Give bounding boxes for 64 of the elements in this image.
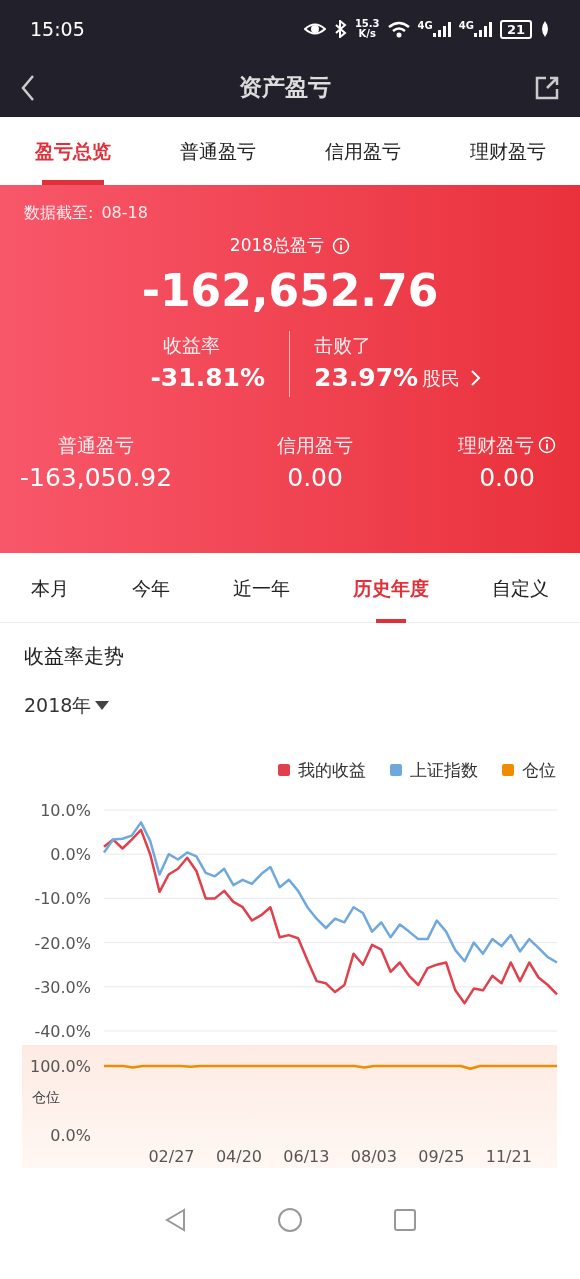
account-value: 0.00 xyxy=(479,462,535,495)
account-value: 0.00 xyxy=(287,462,343,495)
home-icon[interactable] xyxy=(276,1207,303,1233)
date-value: 08-18 xyxy=(101,202,148,224)
period-tab[interactable]: 今年 xyxy=(132,553,171,623)
x-axis-label: 08/03 xyxy=(350,1147,397,1166)
clock-time: 15:05 xyxy=(30,16,85,42)
section-title: 收益率走势 xyxy=(24,643,125,670)
total-profit-loss: -162,652.76 xyxy=(140,266,440,315)
eye-icon xyxy=(303,21,326,37)
back-icon[interactable] xyxy=(20,73,36,102)
y-axis-label: 0.0% xyxy=(50,1126,91,1145)
legend-label: 上证指数 xyxy=(410,758,478,782)
year-dropdown[interactable]: 2018年 xyxy=(24,691,110,720)
net-speed-text: K/s xyxy=(358,29,376,39)
period-tab[interactable]: 近一年 xyxy=(233,553,290,623)
period-tab[interactable]: 本月 xyxy=(31,553,70,623)
x-axis-label: 09/25 xyxy=(418,1147,465,1166)
caret-icon xyxy=(95,700,110,710)
period-tab[interactable]: 历史年度 xyxy=(352,553,429,623)
account-label: 理财盈亏 xyxy=(458,432,534,458)
tab[interactable]: 信用盈亏 xyxy=(324,117,401,185)
account-label: 普通盈亏 xyxy=(58,432,135,458)
tab[interactable]: 盈亏总览 xyxy=(34,117,111,185)
return-rate: -31.81% xyxy=(150,362,265,395)
recent-apps-icon[interactable] xyxy=(392,1208,417,1232)
network-type-text: 4G xyxy=(417,21,433,31)
y-axis-label: 100.0% xyxy=(30,1057,91,1076)
y-axis-label: -10.0% xyxy=(34,889,91,909)
network-type-text: 4G xyxy=(458,21,474,31)
tab[interactable]: 理财盈亏 xyxy=(469,117,546,185)
share-icon[interactable] xyxy=(534,74,560,101)
account-value: -163,050.92 xyxy=(20,462,173,495)
y-axis-label: -20.0% xyxy=(34,933,91,953)
account-label: 信用盈亏 xyxy=(277,432,354,458)
wifi-icon xyxy=(387,20,410,38)
beat-percentage: 23.97% xyxy=(314,362,419,395)
signal-icon xyxy=(473,21,492,37)
x-axis-label: 02/27 xyxy=(148,1147,195,1166)
bluetooth-icon xyxy=(333,20,347,38)
y-axis-label: 0.0% xyxy=(50,845,91,865)
x-axis-label: 06/13 xyxy=(283,1147,330,1166)
y-axis-label: -40.0% xyxy=(34,1022,91,1041)
legend-label: 我的收益 xyxy=(298,758,366,782)
y-axis-label: 10.0% xyxy=(40,801,91,820)
period-tab[interactable]: 自定义 xyxy=(491,553,549,623)
legend-label: 仓位 xyxy=(522,758,556,782)
return-label: 收益率 xyxy=(163,332,220,358)
net-speed-text: 15.3 xyxy=(354,19,380,29)
beat-unit: 股民 xyxy=(422,365,461,391)
total-label: 2018总盈亏 xyxy=(229,234,325,257)
leaf-icon xyxy=(540,21,550,37)
info-icon xyxy=(332,236,351,255)
tab[interactable]: 普通盈亏 xyxy=(179,117,256,185)
battery-indicator: 21 xyxy=(499,19,532,39)
x-axis-label: 11/21 xyxy=(485,1147,532,1166)
x-axis-label: 04/20 xyxy=(215,1147,262,1166)
axis-title: 仓位 xyxy=(32,1089,60,1105)
date-label: 数据截至: xyxy=(24,202,94,224)
beat-label: 击败了 xyxy=(314,332,372,358)
chevron-icon xyxy=(470,369,483,388)
signal-icon xyxy=(432,21,451,37)
y-axis-label: -30.0% xyxy=(34,977,91,997)
page-title: 资产盈亏 xyxy=(239,73,331,103)
